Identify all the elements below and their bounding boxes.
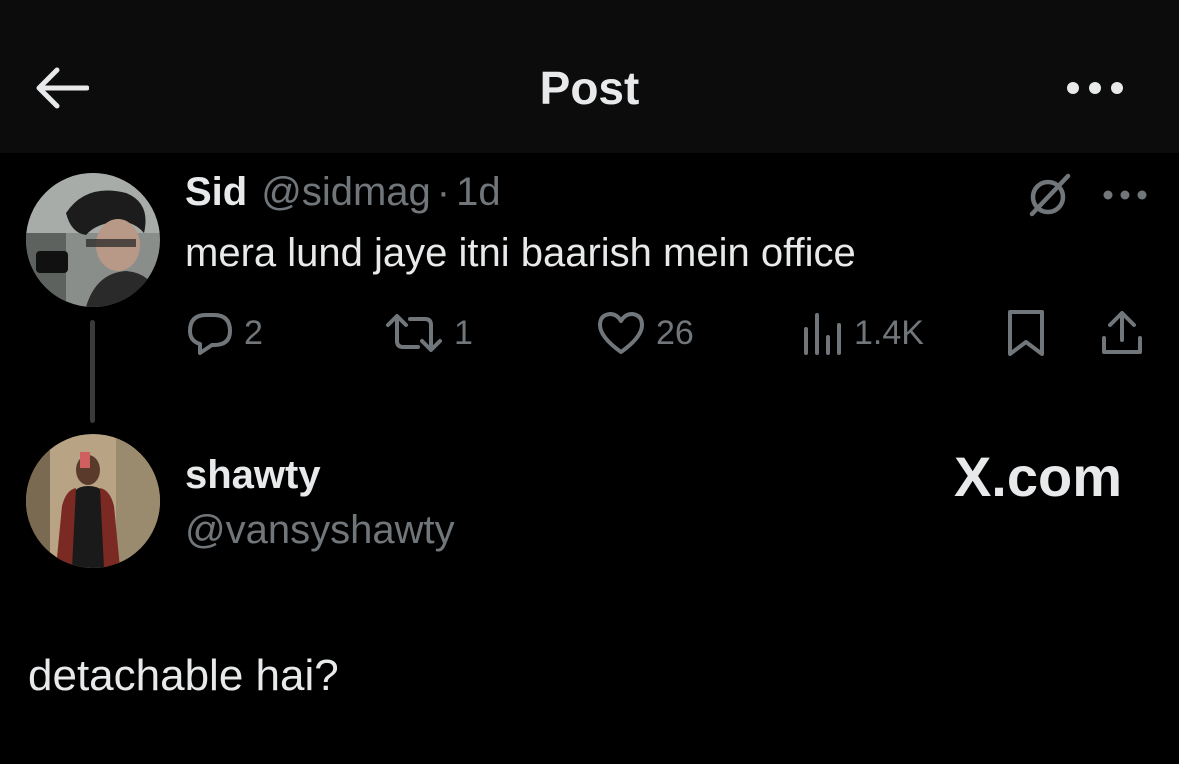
reply-icon: [188, 313, 232, 355]
views-chart-icon: [804, 313, 841, 355]
tweet-action-bar: 2 1 26 1.4K: [0, 305, 1179, 365]
top-bar: Post: [0, 0, 1179, 153]
tweet-more-button[interactable]: [1100, 180, 1150, 210]
share-button[interactable]: [1098, 305, 1146, 361]
grok-icon: [1029, 173, 1071, 217]
like-button[interactable]: 26: [596, 305, 694, 361]
more-horizontal-icon: [1067, 82, 1123, 94]
bookmark-button[interactable]: [1004, 305, 1048, 361]
tweet-header: Sid @sidmag · 1d: [185, 170, 501, 220]
tweet-timestamp[interactable]: 1d: [456, 170, 501, 215]
grok-button[interactable]: [1024, 170, 1074, 220]
like-count: 26: [656, 313, 694, 352]
more-horizontal-icon: [1103, 190, 1147, 200]
repost-icon: [386, 314, 442, 352]
separator-dot: ·: [436, 170, 451, 214]
reply-text: detachable hai?: [28, 651, 339, 700]
views-button[interactable]: 1.4K: [800, 305, 924, 361]
share-icon: [1102, 311, 1142, 354]
avatar[interactable]: [26, 434, 160, 568]
profile-photo-shawty: [26, 434, 160, 568]
page-title: Post: [539, 62, 640, 114]
reply-button[interactable]: 2: [186, 305, 263, 361]
repost-button[interactable]: 1: [384, 305, 473, 361]
tweet-text: mera lund jaye itni baarish mein office: [185, 231, 856, 275]
author-handle[interactable]: @sidmag: [261, 170, 431, 215]
bookmark-icon: [1008, 310, 1044, 356]
reply-author-handle[interactable]: @vansyshawty: [185, 505, 455, 555]
reply-count: 2: [244, 313, 263, 352]
heart-icon: [598, 312, 644, 354]
avatar[interactable]: [26, 173, 160, 307]
repost-count: 1: [454, 313, 473, 352]
reply-author-name[interactable]: shawty: [185, 450, 321, 500]
x-com-watermark: X.com: [953, 445, 1122, 508]
profile-photo-sid: [26, 173, 160, 307]
author-name[interactable]: Sid: [185, 170, 247, 215]
more-options-button[interactable]: [1062, 70, 1128, 106]
view-count: 1.4K: [854, 313, 924, 352]
